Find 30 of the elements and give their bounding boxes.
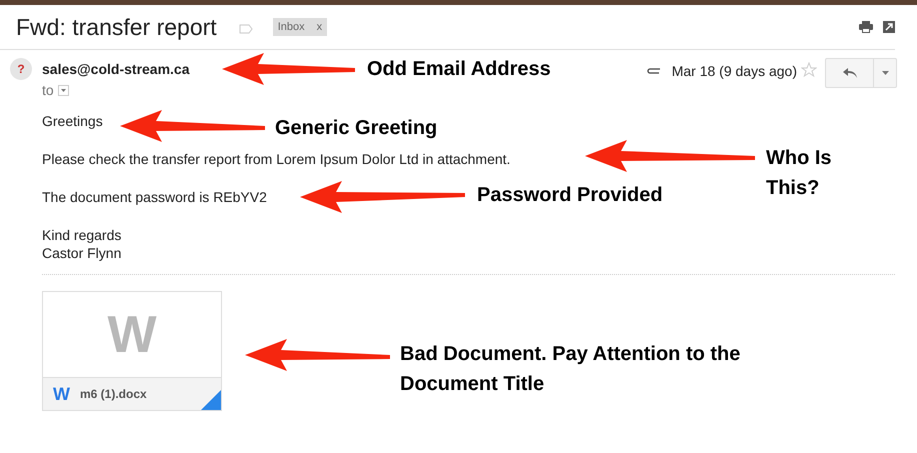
signature-line: Kind regards bbox=[42, 226, 122, 244]
annotation-label: Bad Document. Pay Attention to the Document Title bbox=[400, 342, 742, 397]
new-window-icon[interactable] bbox=[883, 21, 895, 33]
signature-line: Castor Flynn bbox=[42, 244, 122, 262]
recipient-label: to bbox=[42, 81, 54, 100]
details-dropdown[interactable] bbox=[58, 85, 69, 96]
message-date: Mar 18 (9 days ago) bbox=[672, 62, 797, 81]
message-paragraph: Please check the transfer report from Lorem Ipsum Dolor Ltd in attachment. bbox=[42, 150, 510, 169]
inbox-label: Inbox x bbox=[272, 18, 328, 36]
annotation-label: Who Is This? bbox=[766, 146, 833, 201]
attachment-filename: m6 (1).docx bbox=[80, 386, 147, 403]
email-subject: Fwd: transfer report bbox=[16, 12, 217, 42]
message-paragraph: The document password is REbYV2 bbox=[42, 188, 267, 207]
annotation-label: Odd Email Address bbox=[367, 57, 552, 82]
message-paragraph: Greetings bbox=[42, 112, 103, 131]
annotation-label: Generic Greeting bbox=[275, 116, 438, 141]
remove-label-button[interactable]: x bbox=[316, 18, 322, 36]
paperclip-icon bbox=[646, 67, 662, 75]
file-type-letter: W bbox=[53, 382, 70, 406]
attachment-card[interactable]: W W m6 (1).docx bbox=[42, 291, 222, 411]
caret-icon bbox=[60, 89, 66, 92]
star-icon[interactable] bbox=[801, 62, 817, 78]
caret-icon bbox=[882, 71, 888, 75]
print-icon[interactable] bbox=[859, 21, 873, 33]
document-preview-letter: W bbox=[107, 308, 157, 360]
sender-avatar: ? bbox=[10, 58, 32, 80]
reply-arrow-icon bbox=[842, 68, 856, 78]
page-curl-icon bbox=[201, 390, 221, 410]
sender-address[interactable]: sales@cold-stream.ca bbox=[42, 58, 190, 80]
annotation-label: Password Provided bbox=[477, 183, 664, 208]
